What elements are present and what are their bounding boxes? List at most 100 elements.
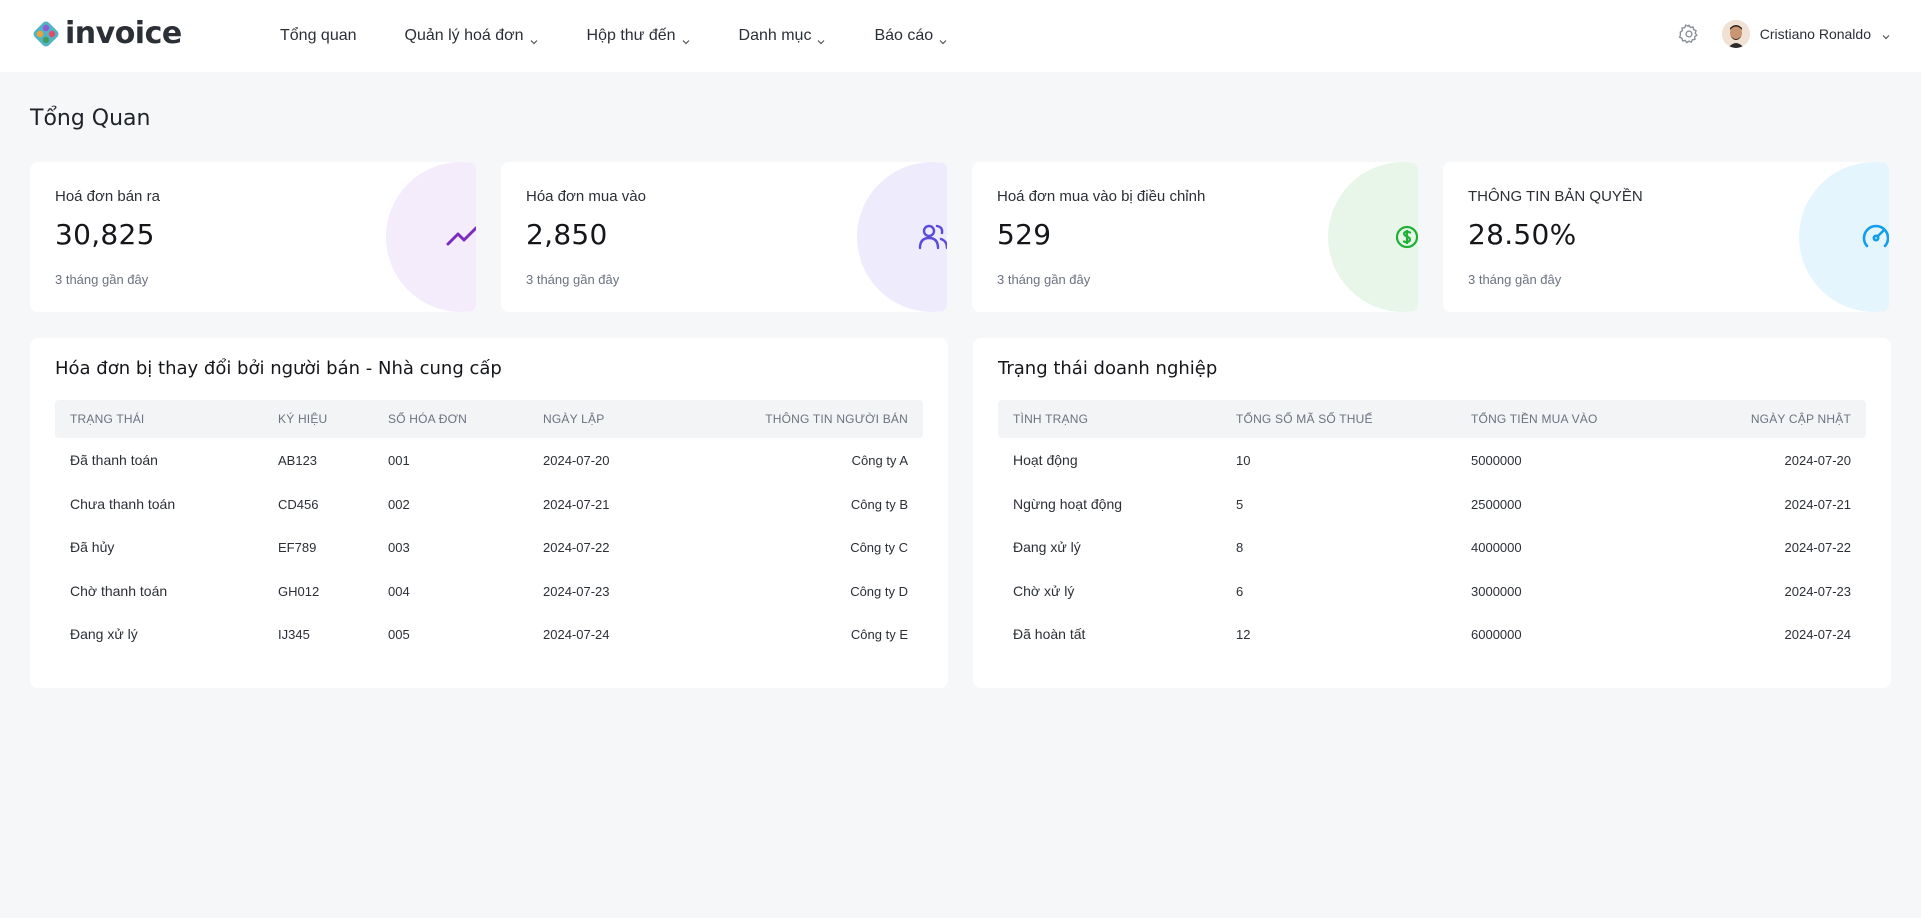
cell-date: 2024-07-20 — [543, 453, 610, 468]
main-nav: Tổng quan Quản lý hoá đơn Hộp thư đến Da… — [280, 24, 996, 48]
cell-tax-code-count: 6 — [1236, 583, 1244, 599]
nav-item-overview[interactable]: Tổng quan — [280, 24, 357, 48]
cell-seller: Công ty D — [850, 583, 908, 599]
chevron-down-icon — [816, 31, 826, 45]
cell-invoice-number: 002 — [388, 496, 410, 512]
cell-seller: Công ty C — [850, 540, 908, 555]
column-header[interactable]: TỔNG TIỀN MUA VÀO — [1471, 412, 1598, 426]
nav-item-label: Tổng quan — [280, 27, 357, 44]
stat-value: 28.50% — [1468, 218, 1577, 251]
cell-tax-code-count: 10 — [1236, 453, 1251, 468]
cell-seller: Công ty E — [850, 627, 908, 642]
nav-item-catalog[interactable]: Danh mục — [739, 24, 827, 48]
cell-status: Đã hoàn tất — [1013, 626, 1086, 642]
top-navbar: invoice Tổng quan Quản lý hoá đơn Hộp th… — [0, 0, 1921, 72]
chevron-down-icon — [529, 31, 539, 45]
logo-icon — [30, 18, 62, 50]
stat-subtitle: 3 tháng gần đây — [526, 272, 620, 287]
cell-status: Chờ thanh toán — [70, 582, 168, 599]
cell-status: Đang xử lý — [1013, 539, 1081, 555]
user-name[interactable]: Cristiano Ronaldo — [1760, 26, 1871, 42]
cell-status: Chờ xử lý — [1013, 582, 1075, 599]
cell-status: Đã hủy — [70, 539, 115, 555]
cell-symbol: CD456 — [278, 496, 319, 512]
stat-label: Hoá đơn mua vào bị điều chỉnh — [997, 188, 1206, 205]
column-header[interactable]: SỐ HÓA ĐƠN — [388, 412, 467, 426]
table-row[interactable]: Chưa thanh toán CD456 002 2024-07-21 Côn… — [55, 482, 923, 526]
table-header: TÌNH TRẠNG TỔNG SỐ MÃ SỐ THUẾ TỔNG TIỀN … — [998, 400, 1866, 438]
cell-invoice-number: 004 — [388, 583, 410, 599]
trending-up-icon — [446, 222, 476, 252]
cell-updated-date: 2024-07-21 — [1784, 496, 1852, 512]
cell-purchase-total: 2500000 — [1471, 496, 1522, 512]
table-row[interactable]: Đang xử lý IJ345 005 2024-07-24 Công ty … — [55, 612, 923, 656]
brand-logo[interactable]: invoice — [30, 18, 182, 50]
table-row[interactable]: Đang xử lý 8 4000000 2024-07-22 — [998, 525, 1866, 569]
table-row[interactable]: Đã hoàn tất 12 6000000 2024-07-24 — [998, 612, 1866, 656]
cell-status: Ngừng hoạt động — [1013, 495, 1123, 512]
column-header[interactable]: NGÀY CẬP NHẬT — [1751, 412, 1851, 426]
nav-item-invoice-management[interactable]: Quản lý hoá đơn — [405, 24, 539, 48]
cell-updated-date: 2024-07-23 — [1784, 583, 1852, 599]
table-header: TRẠNG THÁI KÝ HIỆU SỐ HÓA ĐƠN NGÀY LẬP T… — [55, 400, 923, 438]
stat-label: THÔNG TIN BẢN QUYỀN — [1468, 188, 1643, 205]
nav-item-label: Quản lý hoá đơn — [404, 27, 524, 44]
panel-title: Trạng thái doanh nghiệp — [998, 358, 1218, 379]
stat-card-adjusted-invoices: Hoá đơn mua vào bị điều chỉnh 529 3 thán… — [972, 162, 1418, 312]
nav-item-inbox[interactable]: Hộp thư đến — [587, 24, 691, 48]
cell-purchase-total: 4000000 — [1471, 540, 1522, 555]
business-status-panel: Trạng thái doanh nghiệp TÌNH TRẠNG TỔNG … — [973, 338, 1891, 688]
table-row[interactable]: Ngừng hoạt động 5 2500000 2024-07-21 — [998, 482, 1866, 526]
table-row[interactable]: Hoạt động 10 5000000 2024-07-20 — [998, 438, 1866, 482]
brand-name: invoice — [65, 16, 182, 51]
avatar[interactable] — [1721, 20, 1750, 48]
cell-purchase-total: 3000000 — [1471, 583, 1522, 599]
stat-label: Hoá đơn bán ra — [55, 188, 160, 205]
cell-symbol: EF789 — [278, 540, 317, 555]
stat-label: Hóa đơn mua vào — [526, 188, 646, 205]
cell-date: 2024-07-21 — [543, 496, 610, 512]
chevron-down-icon[interactable] — [1881, 29, 1891, 40]
stat-value: 30,825 — [55, 218, 155, 251]
cell-invoice-number: 001 — [388, 453, 410, 468]
cell-date: 2024-07-22 — [543, 540, 610, 555]
chevron-down-icon — [938, 31, 948, 45]
cell-date: 2024-07-24 — [543, 627, 610, 642]
cell-seller: Công ty B — [850, 496, 908, 512]
cell-status: Đang xử lý — [70, 626, 138, 642]
nav-item-label: Báo cáo — [874, 27, 934, 44]
nav-item-label: Danh mục — [738, 27, 812, 44]
user-area: Cristiano Ronaldo — [1678, 20, 1891, 48]
cell-tax-code-count: 5 — [1236, 496, 1244, 512]
chevron-down-icon — [681, 31, 691, 45]
seller-invoices-table: TRẠNG THÁI KÝ HIỆU SỐ HÓA ĐƠN NGÀY LẬP T… — [55, 400, 923, 656]
gear-icon[interactable] — [1678, 23, 1700, 45]
column-header[interactable]: TRẠNG THÁI — [70, 412, 144, 426]
nav-item-reports[interactable]: Báo cáo — [874, 24, 948, 48]
cell-symbol: IJ345 — [278, 627, 310, 642]
cell-status: Chưa thanh toán — [70, 495, 176, 512]
dollar-circle-icon — [1388, 222, 1418, 252]
stat-subtitle: 3 tháng gần đây — [1468, 272, 1562, 287]
stat-subtitle: 3 tháng gần đây — [55, 272, 149, 287]
cell-symbol: AB123 — [278, 453, 318, 468]
cell-symbol: GH012 — [278, 583, 320, 599]
column-header[interactable]: TÌNH TRẠNG — [1013, 412, 1088, 426]
column-header[interactable]: KÝ HIỆU — [278, 412, 327, 426]
table-row[interactable]: Đã thanh toán AB123 001 2024-07-20 Công … — [55, 438, 923, 482]
nav-item-label: Hộp thư đến — [586, 27, 676, 44]
page-title: Tổng Quan — [30, 106, 151, 131]
column-header[interactable]: THÔNG TIN NGƯỜI BÁN — [765, 412, 908, 426]
table-row[interactable]: Đã hủy EF789 003 2024-07-22 Công ty C — [55, 525, 923, 569]
seller-changed-invoices-panel: Hóa đơn bị thay đổi bởi người bán - Nhà … — [30, 338, 948, 688]
cell-tax-code-count: 12 — [1236, 627, 1251, 642]
table-row[interactable]: Chờ xử lý 6 3000000 2024-07-23 — [998, 569, 1866, 613]
cell-status: Đã thanh toán — [70, 452, 158, 468]
stat-value: 529 — [997, 218, 1052, 251]
column-header[interactable]: NGÀY LẬP — [543, 412, 604, 426]
stat-value: 2,850 — [526, 218, 608, 251]
business-status-table: TÌNH TRẠNG TỔNG SỐ MÃ SỐ THUẾ TỔNG TIỀN … — [998, 400, 1866, 656]
column-header[interactable]: TỔNG SỐ MÃ SỐ THUẾ — [1236, 412, 1373, 426]
stat-card-purchase-invoices: Hóa đơn mua vào 2,850 3 tháng gần đây — [501, 162, 947, 312]
table-row[interactable]: Chờ thanh toán GH012 004 2024-07-23 Công… — [55, 569, 923, 613]
